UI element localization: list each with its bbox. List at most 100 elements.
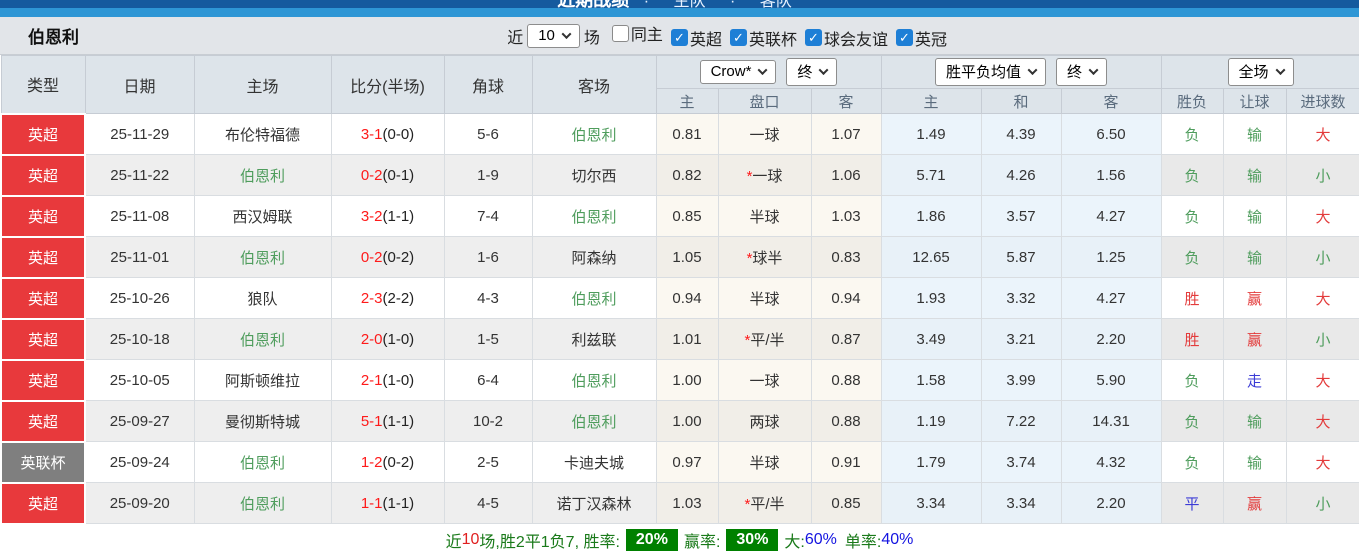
filter-bar: 伯恩利 近 10 场 同主 ✓ 英超 ✓ 英联杯 ✓ 球会友谊 ✓ 英冠	[0, 17, 1359, 55]
away-team-name: 伯恩利	[531, 195, 657, 237]
away-team-name: 伯恩利	[531, 113, 657, 155]
single-label: 单率:	[844, 534, 882, 551]
avg-away: 4.32	[1060, 441, 1162, 483]
chevron-down-icon	[561, 28, 572, 39]
filter-controls: 近 10 场 同主 ✓ 英超 ✓ 英联杯 ✓ 球会友谊 ✓ 英冠	[503, 21, 947, 50]
chevron-down-icon	[818, 65, 829, 76]
home-team-name: 伯恩利	[193, 318, 332, 360]
result-handicap: 输	[1222, 195, 1287, 237]
odds-home: 1.01	[655, 318, 719, 360]
avg-time-select[interactable]: 终	[1056, 58, 1108, 86]
tab-home-team[interactable]: 主队	[673, 0, 705, 8]
checked-checkbox-icon[interactable]: ✓	[895, 29, 913, 47]
bookmaker-select[interactable]: Crow*	[699, 60, 777, 84]
avg-home: 1.93	[880, 277, 982, 319]
result-handicap: 输	[1222, 236, 1287, 278]
sub-header-avg-draw: 和	[980, 88, 1062, 114]
filter-checkbox-1[interactable]: ✓ 英超	[670, 26, 722, 50]
checked-checkbox-icon[interactable]: ✓	[804, 29, 822, 47]
avg-draw: 4.39	[980, 113, 1062, 155]
avg-away: 4.27	[1060, 195, 1162, 237]
result-goals: 小	[1285, 154, 1359, 196]
avg-draw: 3.74	[980, 441, 1062, 483]
filter-checkbox-3[interactable]: ✓ 球会友谊	[804, 26, 888, 50]
handicap-line: *一球	[717, 154, 812, 196]
score-cell: 2-1(1-0)	[330, 359, 445, 401]
home-team-name: 伯恩利	[193, 154, 332, 196]
match-row: 英超 25-11-22 伯恩利 0-2(0-1) 1-9 切尔西 0.82 *一球 1.06 5.…	[0, 153, 1359, 197]
summary-near: 近	[445, 534, 462, 551]
avg-away: 14.31	[1060, 400, 1162, 442]
col-header-date: 日期	[84, 55, 195, 114]
odds-home: 0.85	[655, 195, 719, 237]
handicap-line: 一球	[717, 359, 812, 401]
filter-checkbox-2[interactable]: ✓ 英联杯	[729, 26, 797, 50]
result-handicap: 赢	[1222, 277, 1287, 319]
result-wdl: 负	[1160, 359, 1224, 401]
result-wdl: 胜	[1160, 277, 1224, 319]
result-wdl: 负	[1160, 113, 1224, 155]
odds-time-select[interactable]: 终	[786, 58, 838, 86]
odds-away: 0.88	[810, 400, 882, 442]
summary-count: 10	[461, 531, 480, 548]
match-row: 英超 25-10-26 狼队 2-3(2-2) 4-3 伯恩利 0.94 半球 0.94 1.93…	[0, 276, 1359, 320]
sub-header-avg-home: 主	[880, 88, 982, 114]
league-badge: 英联杯	[0, 440, 86, 484]
scope-select[interactable]: 全场	[1227, 58, 1294, 86]
avg-away: 6.50	[1060, 113, 1162, 155]
result-goals: 小	[1285, 318, 1359, 360]
avg-away: 2.20	[1060, 318, 1162, 360]
match-row: 英超 25-11-29 布伦特福德 3-1(0-0) 5-6 伯恩利 0.81 一球 1.07 1…	[0, 112, 1359, 156]
result-wdl: 负	[1160, 236, 1224, 278]
summary-bar: 近 10 场,胜2平1负7, 胜率: 20% 赢率: 30% 大: 60% 单率…	[0, 524, 1359, 556]
corners-cell: 10-2	[443, 400, 533, 442]
avg-home: 3.34	[880, 482, 982, 524]
filter-checkbox-0[interactable]: 同主	[611, 21, 663, 45]
sub-header-odds-home: 主	[655, 88, 719, 114]
checked-checkbox-icon[interactable]: ✓	[670, 29, 688, 47]
score-cell: 5-1(1-1)	[330, 400, 445, 442]
match-row: 英超 25-11-08 西汉姆联 3-2(1-1) 7-4 伯恩利 0.85 半球 1.03 1.…	[0, 194, 1359, 238]
result-goals: 大	[1285, 277, 1359, 319]
result-wdl: 平	[1160, 482, 1224, 524]
score-cell: 2-0(1-0)	[330, 318, 445, 360]
handicap-line: 半球	[717, 441, 812, 483]
checked-checkbox-icon[interactable]: ✓	[729, 29, 747, 47]
odds-home: 0.81	[655, 113, 719, 155]
handicap-line: *平/半	[717, 318, 812, 360]
tab-away-team[interactable]: 客队	[760, 0, 792, 8]
col-header-score: 比分(半场)	[330, 55, 445, 114]
match-count-select[interactable]: 10	[527, 23, 580, 48]
result-handicap: 输	[1222, 154, 1287, 196]
odds-group-header: Crow* 终	[655, 55, 882, 89]
avg-odds-select[interactable]: 胜平负均值	[935, 58, 1047, 86]
sub-header-let: 让球	[1222, 88, 1287, 114]
avg-home: 1.49	[880, 113, 982, 155]
filter-checkbox-label: 英冠	[914, 31, 947, 49]
avg-group-header: 胜平负均值 终	[880, 55, 1162, 89]
unchecked-checkbox-icon[interactable]	[611, 24, 629, 42]
avg-away: 1.56	[1060, 154, 1162, 196]
big-label: 大:	[784, 534, 805, 551]
handicap-line: 半球	[717, 277, 812, 319]
result-wdl: 负	[1160, 400, 1224, 442]
league-badge: 英超	[0, 276, 86, 320]
odds-away: 0.91	[810, 441, 882, 483]
blue-strip	[0, 8, 1359, 17]
odds-home: 1.05	[655, 236, 719, 278]
away-team-name: 伯恩利	[531, 277, 657, 319]
result-group-header: 全场	[1160, 55, 1359, 89]
filter-checkbox-4[interactable]: ✓ 英冠	[895, 26, 947, 50]
near-label: 近	[507, 29, 524, 47]
league-badge: 英超	[0, 399, 86, 443]
result-wdl: 负	[1160, 195, 1224, 237]
chevron-down-icon	[1027, 65, 1038, 76]
corners-cell: 2-5	[443, 441, 533, 483]
result-goals: 小	[1285, 482, 1359, 524]
big-rate: 60%	[804, 531, 837, 548]
avg-draw: 4.26	[980, 154, 1062, 196]
league-badge: 英超	[0, 112, 86, 156]
odds-away: 0.83	[810, 236, 882, 278]
odds-home: 0.82	[655, 154, 719, 196]
result-wdl: 胜	[1160, 318, 1224, 360]
